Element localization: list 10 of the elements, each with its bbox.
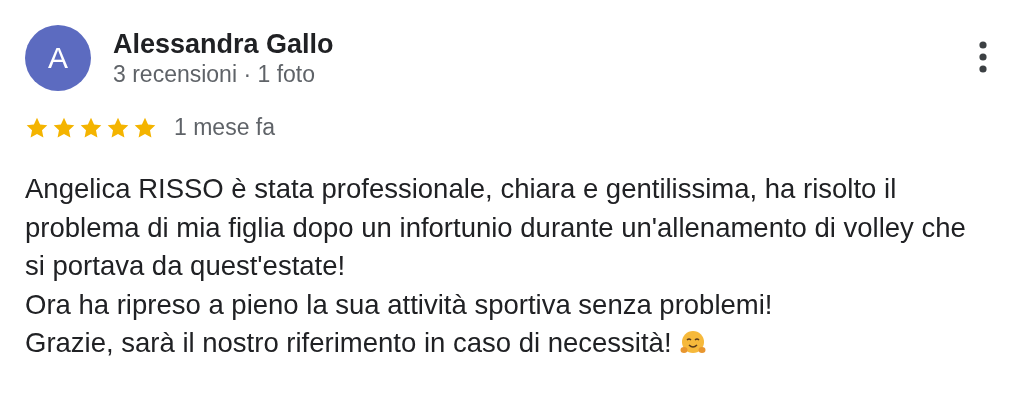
user-avatar[interactable]: A xyxy=(25,25,91,91)
review-text: Angelica RISSO è stata professionale, chiara e gentilissima, ha risolto il xyxy=(25,172,897,206)
author-stats: 3 recensioni · 1 foto xyxy=(113,61,315,88)
review-date: 1 mese fa xyxy=(174,114,275,141)
review-text: Ora ha ripreso a pieno la sua attività sportiva senza problemi! xyxy=(25,287,773,322)
more-options-icon[interactable] xyxy=(979,41,987,73)
author-name[interactable]: Alessandra Gallo xyxy=(113,29,334,59)
review-text: problema di mia figlia dopo un infortunio durante un'allenamento di volley che xyxy=(25,210,966,245)
review-text: Grazie, sarà il nostro riferimento in caso di necessità! xyxy=(25,326,672,360)
review-text: si portava da quest'estate! xyxy=(25,249,346,283)
